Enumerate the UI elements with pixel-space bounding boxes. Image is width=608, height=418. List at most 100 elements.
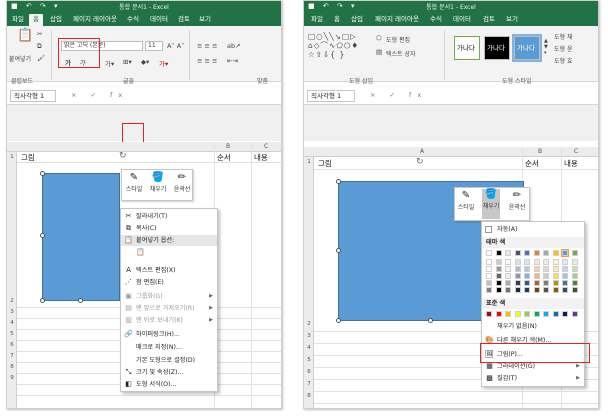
tab-home[interactable]: 홈 <box>29 14 43 26</box>
font-color-icon[interactable]: 가▾ <box>159 58 168 68</box>
resize-handle[interactable] <box>40 171 45 176</box>
theme-color-swatch[interactable] <box>495 266 502 272</box>
cut-icon[interactable]: ✂ <box>37 30 42 38</box>
row-header[interactable]: 8 <box>7 364 17 370</box>
row-header[interactable]: 6 <box>304 369 314 375</box>
standard-color-swatch[interactable] <box>505 311 511 317</box>
theme-color-swatch[interactable] <box>552 250 559 256</box>
theme-color-swatch[interactable] <box>514 259 521 265</box>
theme-color-swatch[interactable] <box>562 273 568 279</box>
theme-color-swatch[interactable] <box>505 287 511 293</box>
menu-item-cut[interactable]: ✂ 잘라내기(T) <box>121 211 217 222</box>
theme-color-swatch[interactable] <box>505 266 511 272</box>
theme-color-swatch[interactable] <box>562 287 568 293</box>
tab-formulas[interactable]: 수식 <box>125 14 141 26</box>
row-header[interactable]: 2 <box>304 321 314 327</box>
fill-color-icon[interactable]: ◆▾ <box>141 58 149 66</box>
formula-icons[interactable]: × ✓ fx <box>71 91 128 99</box>
theme-color-swatch[interactable] <box>571 266 578 272</box>
theme-color-swatch[interactable] <box>543 250 549 256</box>
menu-item-group[interactable]: ▣ 그룹화(G) ▶ <box>121 291 217 302</box>
column-header-c[interactable]: C <box>264 143 268 150</box>
theme-color-swatch[interactable] <box>524 250 530 256</box>
theme-color-swatch[interactable] <box>486 287 492 293</box>
theme-color-swatch[interactable] <box>533 287 540 293</box>
edit-shape-icon[interactable]: ⬠ <box>376 34 382 42</box>
theme-color-swatch[interactable] <box>486 266 492 272</box>
menu-item-edit-text[interactable]: A 텍스트 편집(X) <box>121 265 217 276</box>
menu-item-texture[interactable]: ▩ 질감(T) ▶ <box>482 373 584 384</box>
theme-color-swatch[interactable] <box>561 249 569 257</box>
column-header-b[interactable]: B <box>538 148 542 155</box>
rotate-handle-icon[interactable]: ↻ <box>416 157 424 167</box>
theme-color-swatch[interactable] <box>571 280 578 286</box>
row-header[interactable]: 7 <box>7 353 17 359</box>
standard-color-swatch[interactable] <box>543 311 549 317</box>
edit-shape-button[interactable]: 도형 편집 <box>386 35 410 44</box>
theme-color-swatch[interactable] <box>524 287 530 293</box>
shape-fill-button[interactable]: 도형 채 <box>554 32 572 41</box>
tab-file[interactable]: 파일 <box>308 14 326 26</box>
theme-color-swatch[interactable] <box>514 266 521 272</box>
theme-color-swatch[interactable] <box>552 266 559 272</box>
column-header-c[interactable]: C <box>574 148 578 155</box>
theme-color-swatch[interactable] <box>505 259 511 265</box>
theme-color-swatch[interactable] <box>552 259 559 265</box>
paste-button[interactable]: 붙여넣기 <box>9 54 31 63</box>
indent-icon[interactable]: ⇤⇥ <box>227 57 238 65</box>
theme-color-swatch[interactable] <box>486 280 492 286</box>
theme-color-swatch[interactable] <box>524 266 530 272</box>
resize-handle[interactable] <box>78 298 83 303</box>
theme-color-swatch[interactable] <box>505 250 511 256</box>
row-header[interactable]: 1 <box>304 159 314 165</box>
resize-handle[interactable] <box>336 248 341 253</box>
tab-page-layout[interactable]: 페이지 레이아웃 <box>370 14 424 26</box>
menu-item-paste-options[interactable]: 📋 붙여넣기 옵션: <box>121 235 217 246</box>
fill-button[interactable]: 🪣 채우기 <box>149 172 167 193</box>
menu-item-size-properties[interactable]: ⤡ 크기 및 속성(Z)... <box>121 367 217 378</box>
resize-handle[interactable] <box>336 179 341 184</box>
standard-color-swatch[interactable] <box>571 311 578 317</box>
menu-item-copy[interactable]: ⧉ 복사(C) <box>121 223 217 234</box>
cell-c1[interactable]: 내용 <box>254 152 268 163</box>
theme-color-swatch[interactable] <box>552 273 559 279</box>
theme-color-swatch[interactable] <box>571 250 578 256</box>
theme-color-swatch[interactable] <box>571 259 578 265</box>
row-header[interactable]: 3 <box>304 333 314 339</box>
font-size-box[interactable]: 11 <box>145 41 163 51</box>
theme-color-swatch[interactable] <box>552 280 559 286</box>
resize-handle[interactable] <box>428 318 433 323</box>
standard-color-swatch[interactable] <box>514 311 521 317</box>
fill-button[interactable]: 🪣 채우기 <box>482 189 500 219</box>
tab-page-layout[interactable]: 페이지 레이아웃 <box>69 14 121 26</box>
style-sample-white[interactable]: 가나다 <box>454 36 480 60</box>
text-box-button[interactable]: 텍스트 상자 <box>386 49 416 58</box>
theme-color-swatch[interactable] <box>495 259 502 265</box>
standard-color-swatch[interactable] <box>524 311 530 317</box>
theme-color-swatch[interactable] <box>486 273 492 279</box>
style-button[interactable]: ✎ 스타일 <box>125 172 143 193</box>
outline-button[interactable]: ✏ 윤곽선 <box>173 172 191 193</box>
style-gallery-scroll-icon[interactable]: ▲ ▼ ▾ <box>544 38 548 56</box>
orientation-icon[interactable]: ab↗ <box>227 42 241 50</box>
row-header[interactable]: 9 <box>7 375 17 381</box>
row-header[interactable]: 5 <box>7 331 17 337</box>
theme-color-swatch[interactable] <box>533 259 540 265</box>
theme-color-swatch[interactable] <box>514 280 521 286</box>
cell-b1[interactable]: 순서 <box>525 158 539 169</box>
theme-color-swatch[interactable] <box>543 280 549 286</box>
resize-handle[interactable] <box>40 233 45 238</box>
text-box-icon[interactable]: ▤ <box>376 48 382 56</box>
align-center-icon[interactable]: ≡ ≡ ≡ <box>197 57 217 65</box>
tab-file[interactable]: 파일 <box>9 14 27 26</box>
tab-view[interactable]: 보기 <box>197 14 213 26</box>
name-box[interactable]: 직사각형 1 <box>10 90 56 102</box>
theme-color-swatch[interactable] <box>562 280 568 286</box>
cell-a1[interactable]: 그림 <box>21 152 35 163</box>
tab-review[interactable]: 검토 <box>175 14 193 26</box>
formula-icons[interactable]: × ✓ fx <box>370 91 427 99</box>
shape-effects-button[interactable]: 도형 효 <box>554 56 572 65</box>
theme-color-swatch[interactable] <box>552 287 559 293</box>
row-header[interactable]: 7 <box>304 381 314 387</box>
theme-color-swatch[interactable] <box>486 259 492 265</box>
